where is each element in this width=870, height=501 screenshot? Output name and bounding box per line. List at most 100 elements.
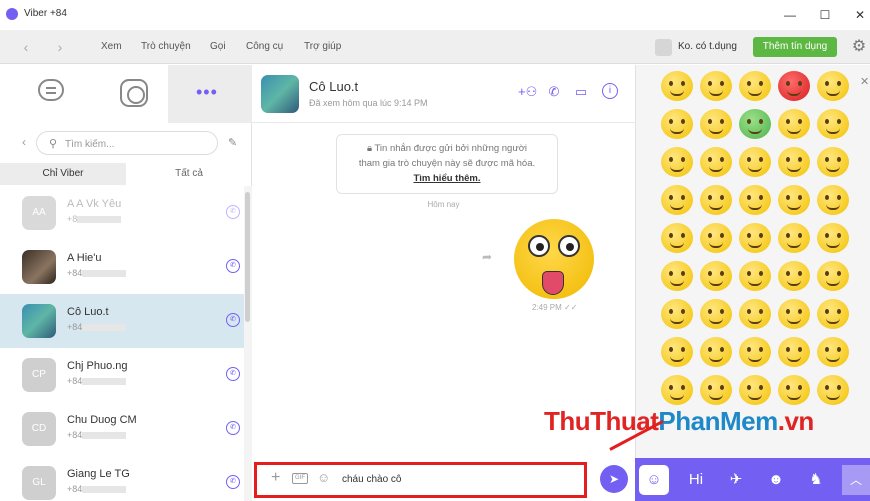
emoticon-icon[interactable] (739, 299, 771, 329)
menu-item-call[interactable]: Gọi (210, 41, 226, 52)
minimize-button[interactable]: — (780, 6, 800, 24)
emoticon-icon[interactable] (700, 337, 732, 367)
close-icon[interactable]: ✕ (860, 75, 869, 88)
emoticon-icon[interactable] (778, 337, 810, 367)
emoticon-icon[interactable] (778, 109, 810, 139)
emoticon-icon[interactable] (661, 299, 693, 329)
avatar[interactable] (261, 75, 299, 113)
maximize-button[interactable]: ☐ (815, 6, 835, 24)
close-button[interactable]: ✕ (850, 6, 870, 24)
emoticon-icon[interactable] (700, 299, 732, 329)
emoticon-icon[interactable] (661, 337, 693, 367)
emoticon-icon[interactable] (778, 375, 810, 405)
emoticon-icon[interactable] (661, 375, 693, 405)
contact-row[interactable]: Cô Luo.t +84 ✆ (0, 294, 244, 348)
phone-call-icon[interactable]: ✆ (545, 83, 563, 101)
add-credit-button[interactable]: Thêm tín dụng (753, 37, 837, 57)
contact-row[interactable]: CP Chj Phuo.ng +84 ✆ (0, 348, 244, 402)
emoticon-icon[interactable] (817, 109, 849, 139)
emoticon-tab-icon[interactable]: ☺ (639, 465, 669, 495)
account-avatar[interactable] (655, 39, 672, 56)
emoticon-icon[interactable] (817, 261, 849, 291)
contact-row[interactable]: GL Giang Le TG +84 ✆ (0, 456, 244, 501)
emoticon-icon[interactable] (661, 185, 693, 215)
emoticon-icon[interactable] (661, 223, 693, 253)
chevron-up-icon[interactable]: ︿ (842, 465, 870, 495)
emoticon-icon[interactable] (700, 185, 732, 215)
emoticon-icon[interactable] (778, 71, 810, 101)
emoticon-icon[interactable] (739, 337, 771, 367)
chevron-left-icon[interactable]: ‹ (22, 135, 26, 149)
forward-arrow-icon[interactable]: › (52, 39, 68, 55)
emoticon-icon[interactable] (778, 185, 810, 215)
emoticon-icon[interactable] (700, 147, 732, 177)
emoticon-icon[interactable] (817, 299, 849, 329)
compose-icon[interactable]: ✎ (228, 136, 237, 149)
emoticon-icon[interactable] (739, 109, 771, 139)
viber-call-icon[interactable]: ✆ (226, 205, 240, 219)
emoticon-icon[interactable] (661, 147, 693, 177)
emoticon-icon[interactable] (700, 375, 732, 405)
video-call-icon[interactable]: ▭ (572, 83, 590, 101)
emoticon-icon[interactable] (817, 223, 849, 253)
scrollbar-thumb[interactable] (245, 192, 250, 322)
emoticon-icon[interactable] (700, 71, 732, 101)
contact-row[interactable]: A Hie'u +84 ✆ (0, 240, 244, 294)
emoticon-icon[interactable] (817, 71, 849, 101)
emoticon-icon[interactable] (739, 223, 771, 253)
cat-sticker-tab-icon[interactable]: ☻ (761, 465, 791, 495)
emoticon-icon[interactable] (661, 109, 693, 139)
emoticon-icon[interactable] (778, 223, 810, 253)
stories-icon (120, 79, 148, 107)
contact-row[interactable]: CD Chu Duog CM +84 ✆ (0, 402, 244, 456)
emoticon-icon[interactable] (739, 261, 771, 291)
emoticon-icon[interactable] (817, 185, 849, 215)
emoticon-icon[interactable] (739, 147, 771, 177)
add-participant-icon[interactable]: +⚇ (518, 83, 537, 101)
emoticon-icon[interactable] (817, 337, 849, 367)
monster-sticker-tab-icon[interactable]: ♞ (801, 465, 831, 495)
viber-call-icon[interactable]: ✆ (226, 367, 240, 381)
gear-icon[interactable]: ⚙ (849, 37, 869, 57)
learn-more-link[interactable]: Tìm hiểu thêm. (337, 171, 557, 186)
tab-more[interactable]: ••• (168, 65, 252, 123)
back-arrow-icon[interactable]: ‹ (18, 39, 34, 55)
menu-bar: ‹ › Xem Trò chuyện Gọi Công cụ Trợ giúp … (0, 30, 870, 64)
filter-all[interactable]: Tất cả (126, 163, 252, 185)
emoticon-icon[interactable] (700, 109, 732, 139)
menu-item-help[interactable]: Trợ giúp (304, 41, 341, 52)
send-button[interactable]: ➤ (600, 465, 628, 493)
search-input[interactable] (65, 136, 205, 152)
account-name[interactable]: Ko. có t.dụng (678, 41, 737, 52)
emoticon-icon[interactable] (661, 71, 693, 101)
emoticon-icon[interactable] (661, 261, 693, 291)
search-box[interactable]: ⚲ (36, 131, 218, 155)
emoticon-icon[interactable] (778, 147, 810, 177)
menu-item-tools[interactable]: Công cụ (246, 41, 283, 52)
filter-viber-only[interactable]: Chỉ Viber (0, 163, 126, 185)
viber-call-icon[interactable]: ✆ (226, 475, 240, 489)
emoticon-icon[interactable] (739, 71, 771, 101)
menu-item-view[interactable]: Xem (101, 41, 122, 52)
emoticon-icon[interactable] (778, 299, 810, 329)
menu-item-chat[interactable]: Trò chuyện (141, 41, 191, 52)
contact-row[interactable]: AA A A Vk Yêu +8 ✆ (0, 186, 244, 240)
viber-call-icon[interactable]: ✆ (226, 421, 240, 435)
sticker-message[interactable] (514, 219, 594, 299)
tab-chats[interactable] (0, 65, 84, 123)
viber-call-icon[interactable]: ✆ (226, 259, 240, 273)
contact-list-scrollbar[interactable] (244, 186, 252, 501)
tab-stories[interactable] (84, 65, 168, 123)
bird-sticker-tab-icon[interactable]: ✈ (721, 465, 751, 495)
forward-icon[interactable]: ➦ (482, 250, 492, 264)
emoticon-icon[interactable] (700, 261, 732, 291)
emoticon-icon[interactable] (739, 185, 771, 215)
hi-sticker-tab-icon[interactable]: Hi (681, 465, 711, 495)
emoticon-icon[interactable] (700, 223, 732, 253)
emoticon-icon[interactable] (778, 261, 810, 291)
emoticon-icon[interactable] (739, 375, 771, 405)
viber-call-icon[interactable]: ✆ (226, 313, 240, 327)
info-icon[interactable]: i (602, 83, 618, 99)
emoticon-icon[interactable] (817, 375, 849, 405)
emoticon-icon[interactable] (817, 147, 849, 177)
